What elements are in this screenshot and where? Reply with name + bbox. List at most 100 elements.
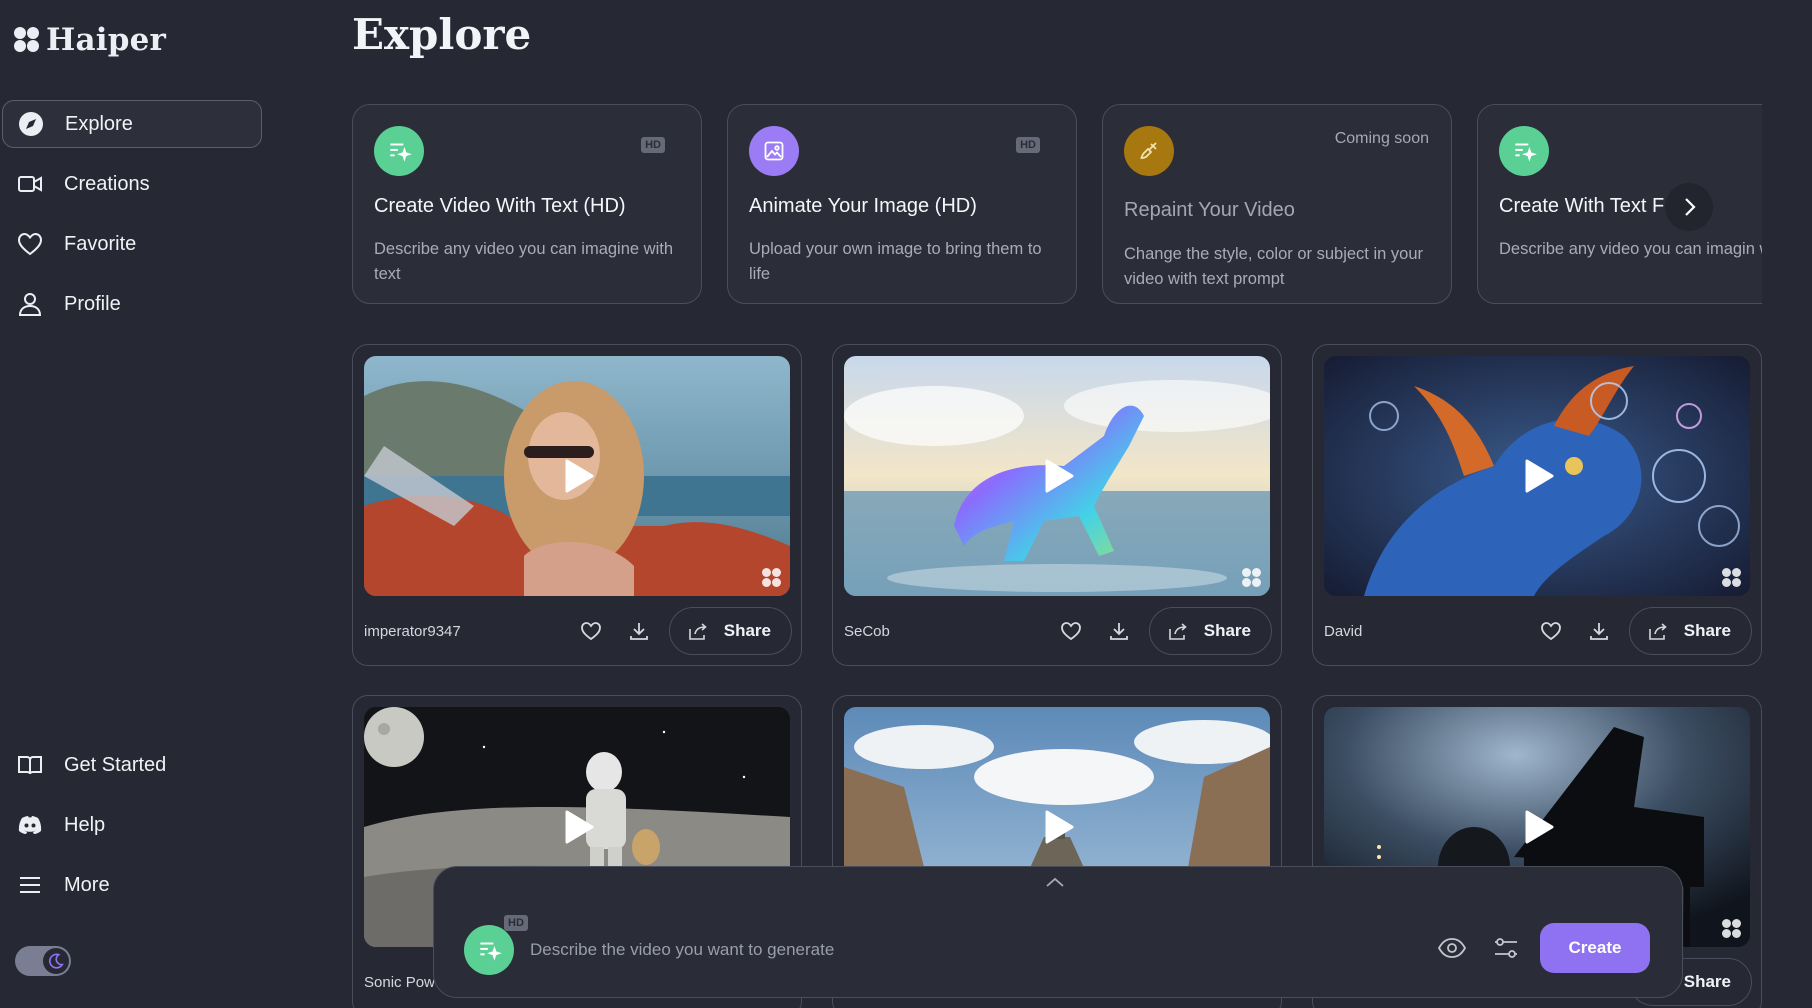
feature-title: Animate Your Image (HD) [749, 195, 977, 217]
hd-badge: HD [1016, 137, 1040, 153]
chevron-up-icon[interactable] [1044, 875, 1066, 889]
theme-toggle[interactable] [15, 946, 71, 976]
heart-icon [580, 622, 601, 641]
sidebar-item-label: Help [64, 813, 106, 836]
play-icon [565, 459, 594, 493]
share-icon [1648, 623, 1667, 640]
moon-icon [43, 948, 69, 974]
text-sparkle-icon [374, 126, 424, 176]
menu-icon [20, 877, 40, 893]
play-icon [565, 810, 594, 844]
hd-badge: HD [641, 137, 665, 153]
download-button[interactable] [1101, 613, 1137, 649]
sidebar-item-profile[interactable]: Profile [2, 280, 262, 328]
download-button[interactable] [621, 613, 657, 649]
compass-icon [19, 112, 43, 136]
video-thumbnail[interactable] [1324, 356, 1750, 596]
play-icon [1525, 459, 1554, 493]
video-card: David Share [1312, 344, 1762, 666]
share-label: Share [1203, 621, 1251, 640]
download-button[interactable] [1581, 613, 1617, 649]
feature-carousel: HD Create Video With Text (HD) Describe … [352, 104, 1762, 306]
sidebar-item-creations[interactable]: Creations [2, 160, 262, 208]
video-thumbnail[interactable] [844, 356, 1270, 596]
haiper-watermark-icon [1242, 568, 1262, 588]
download-icon [1589, 623, 1608, 640]
feature-title: Repaint Your Video [1124, 199, 1295, 221]
heart-icon [1540, 622, 1561, 641]
creator-name[interactable]: imperator9347 [364, 623, 573, 640]
card-footer: David Share [1324, 607, 1752, 655]
heart-icon [1060, 622, 1081, 641]
hd-badge: HD [504, 915, 528, 931]
share-label: Share [1683, 972, 1731, 991]
download-icon [629, 623, 648, 640]
book-icon [18, 756, 42, 775]
card-footer: SeCob Share [844, 607, 1272, 655]
creator-name[interactable]: SeCob [844, 623, 1053, 640]
feature-description: Change the style, color or subject in yo… [1124, 245, 1423, 288]
card-footer: imperator9347 Share [364, 607, 792, 655]
image-icon [749, 126, 799, 176]
share-button[interactable]: Share [668, 607, 792, 655]
carousel-next-button[interactable] [1665, 183, 1713, 231]
like-button[interactable] [573, 613, 609, 649]
page-title: Explore [352, 10, 532, 59]
brush-icon [1124, 126, 1174, 176]
feature-title: Create Video With Text (HD) [374, 195, 626, 217]
play-icon [1045, 810, 1074, 844]
feature-description: Upload your own image to bring them to l… [749, 240, 1042, 283]
haiper-watermark-icon [762, 568, 782, 588]
sidebar-item-label: Explore [65, 112, 133, 135]
create-button[interactable]: Create [1540, 923, 1650, 973]
eye-icon[interactable] [1437, 933, 1467, 963]
logo[interactable]: Haiper [14, 22, 166, 58]
feature-description: Describe any video you can imagin with t… [1499, 240, 1762, 258]
prompt-bar: HD Create [433, 866, 1683, 998]
sidebar-item-label: Favorite [64, 232, 137, 255]
like-button[interactable] [1533, 613, 1569, 649]
haiper-watermark-icon [1722, 919, 1742, 939]
video-camera-icon [18, 176, 42, 192]
sidebar-item-label: Get Started [64, 753, 167, 776]
text-sparkle-icon[interactable] [464, 925, 514, 975]
video-card: imperator9347 Share [352, 344, 802, 666]
feature-description: Describe any video you can imagine with … [374, 240, 673, 283]
heart-icon [17, 232, 43, 256]
share-icon [1168, 623, 1187, 640]
sidebar: Haiper Explore Creations Favorite Profil… [0, 0, 290, 1008]
sidebar-item-more[interactable]: More [2, 861, 262, 909]
discord-icon [18, 816, 42, 834]
like-button[interactable] [1053, 613, 1089, 649]
sidebar-item-label: More [64, 873, 110, 896]
play-icon [1045, 459, 1074, 493]
app-name: Haiper [46, 22, 167, 58]
sidebar-item-explore[interactable]: Explore [2, 100, 262, 148]
share-icon [688, 623, 707, 640]
sidebar-item-help[interactable]: Help [2, 801, 262, 849]
sidebar-item-get-started[interactable]: Get Started [2, 741, 262, 789]
haiper-watermark-icon [1722, 568, 1742, 588]
share-button[interactable]: Share [1148, 607, 1272, 655]
sidebar-item-label: Profile [64, 292, 121, 315]
share-label: Share [723, 621, 771, 640]
download-icon [1109, 623, 1128, 640]
creator-name[interactable]: David [1324, 623, 1533, 640]
chevron-right-icon [1685, 198, 1696, 216]
text-sparkle-icon [1499, 126, 1549, 176]
feature-card-create-with-text[interactable]: Create With Text Ft Describe any video y… [1477, 104, 1762, 304]
feature-card-animate-image[interactable]: HD Animate Your Image (HD) Upload your o… [727, 104, 1077, 304]
settings-sliders-icon[interactable] [1491, 933, 1521, 963]
play-icon [1525, 810, 1554, 844]
coming-soon-label: Coming soon [1334, 130, 1429, 147]
haiper-logo-icon [14, 27, 40, 53]
share-button[interactable]: Share [1628, 607, 1752, 655]
feature-card-repaint-video: Coming soon Repaint Your Video Change th… [1102, 104, 1452, 304]
user-icon [18, 293, 42, 316]
prompt-input[interactable] [530, 933, 1310, 967]
video-card: SeCob Share [832, 344, 1282, 666]
feature-card-text-to-video[interactable]: HD Create Video With Text (HD) Describe … [352, 104, 702, 304]
sidebar-item-favorite[interactable]: Favorite [2, 220, 262, 268]
sidebar-item-label: Creations [64, 172, 150, 195]
video-thumbnail[interactable] [364, 356, 790, 596]
